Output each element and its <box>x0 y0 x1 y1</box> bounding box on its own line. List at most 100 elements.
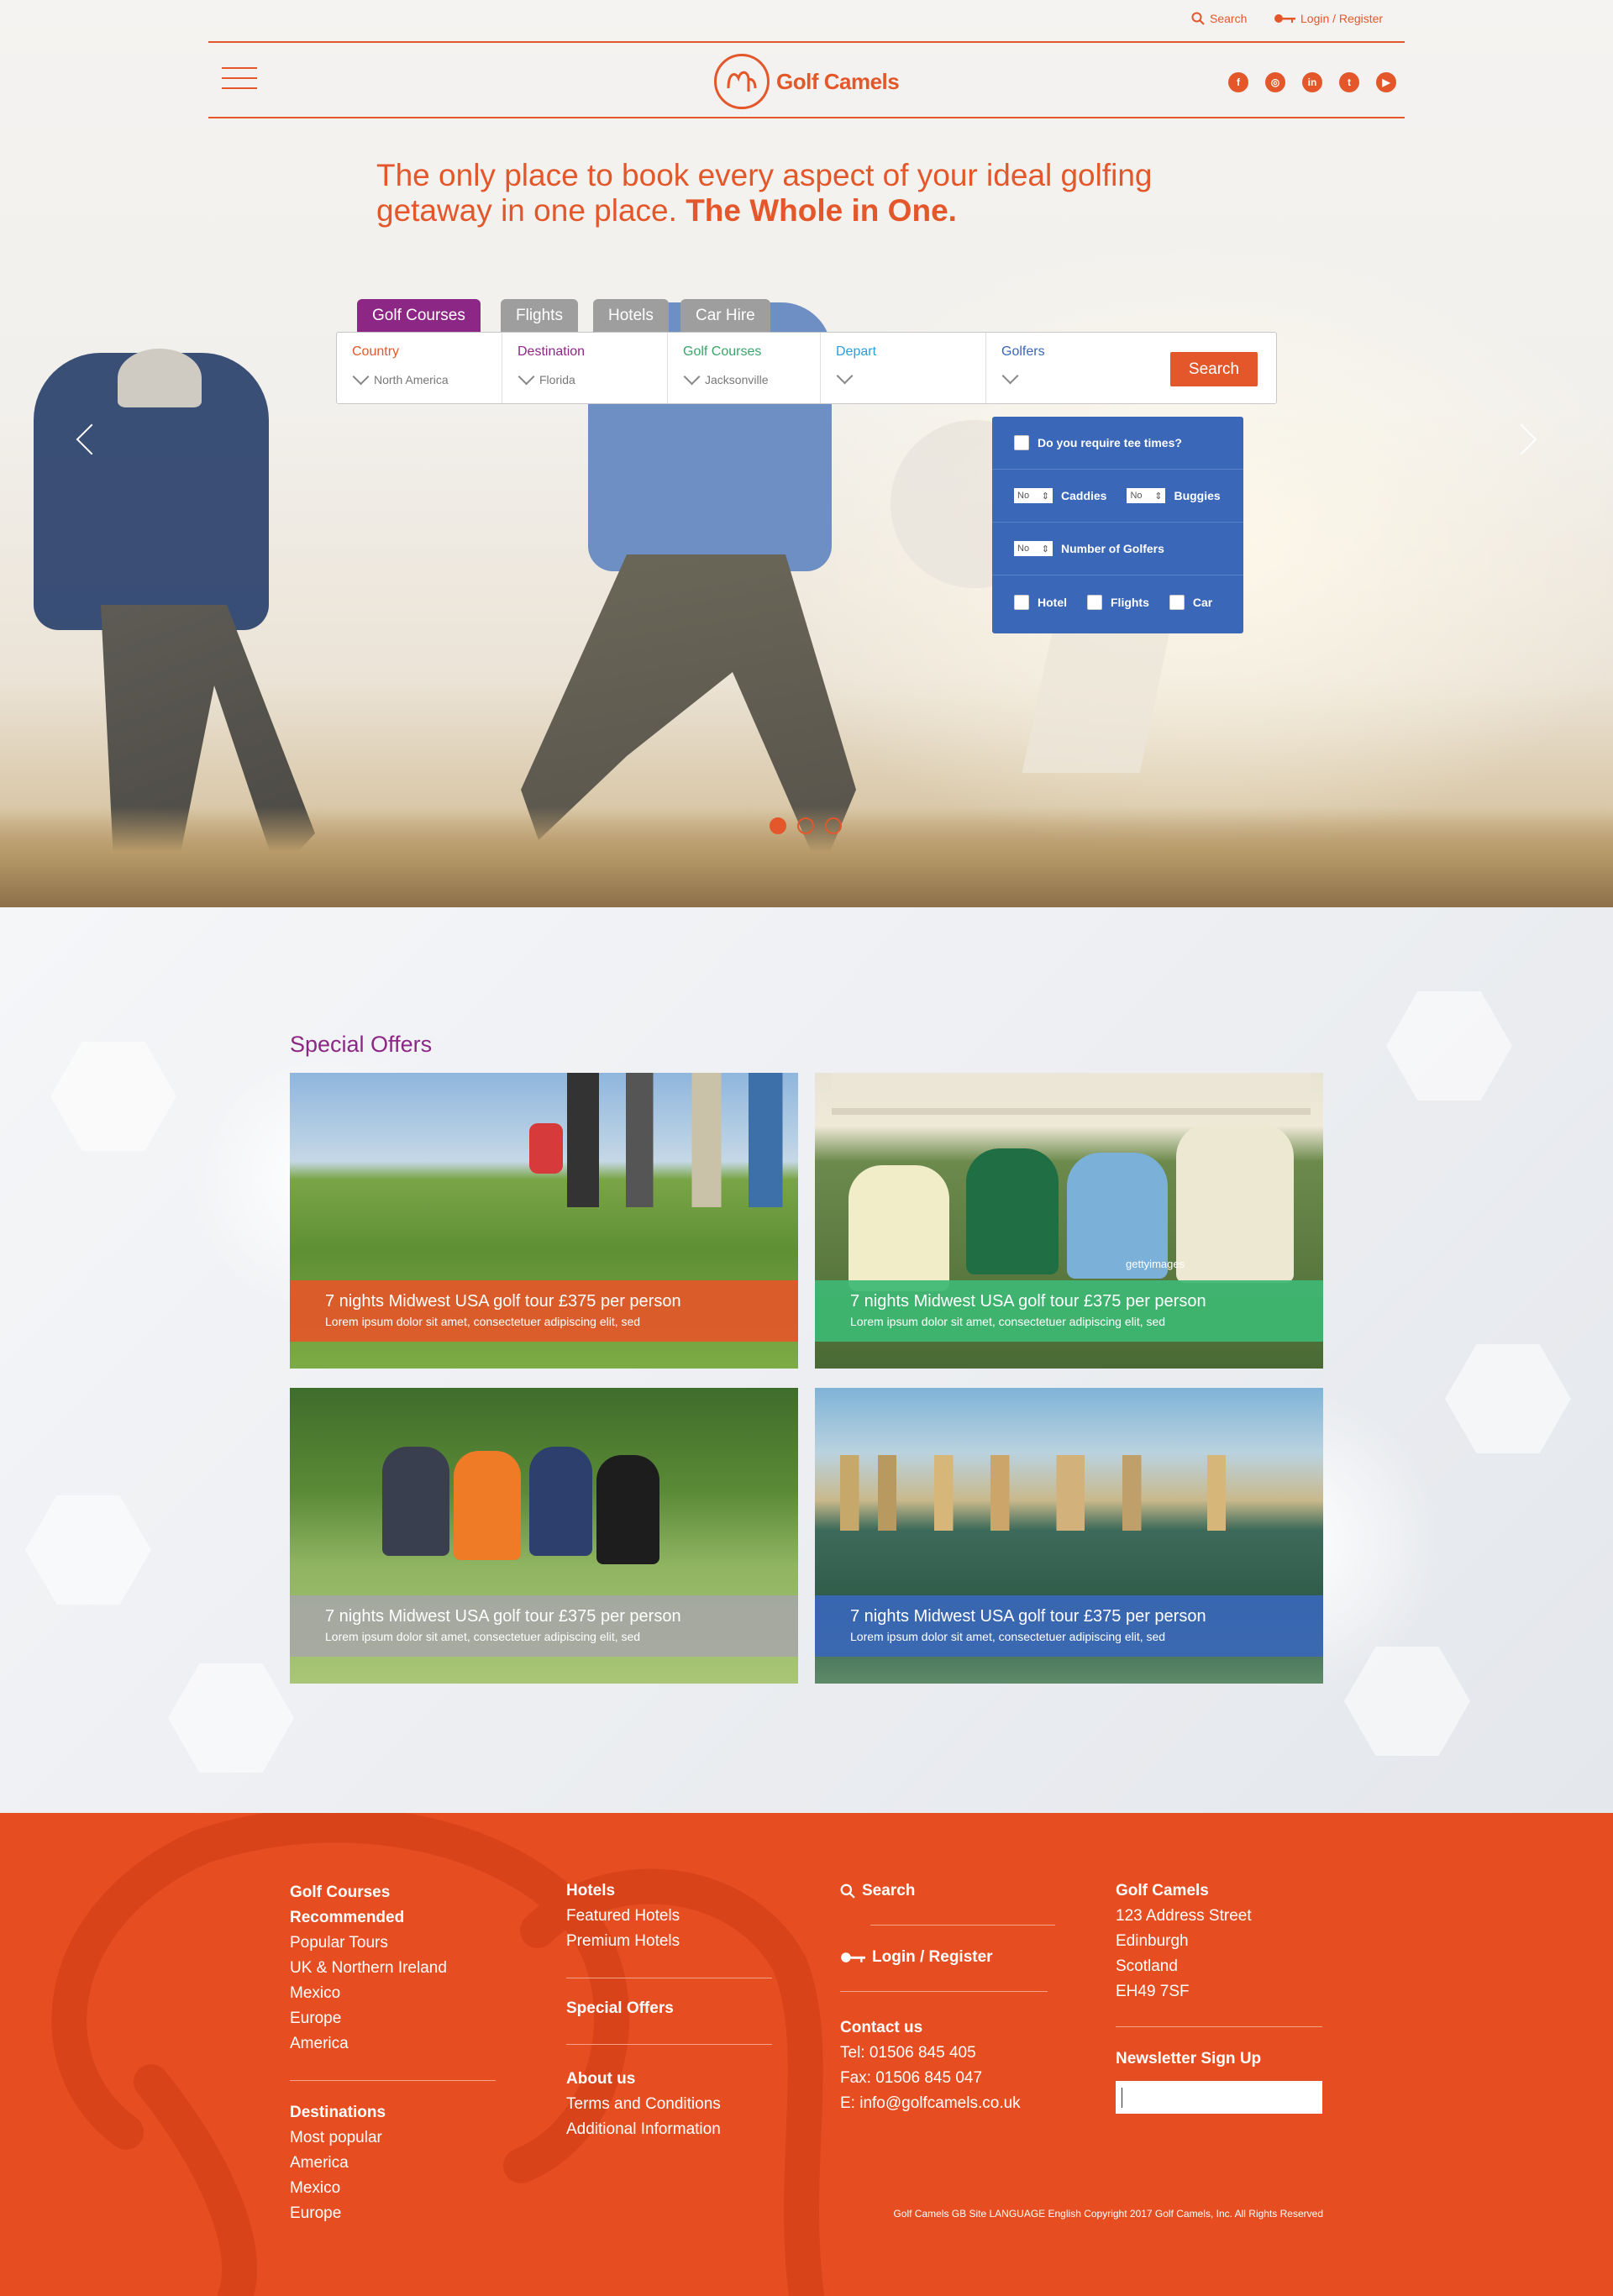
number-golfers-stepper[interactable]: No ⇕ <box>1014 541 1053 556</box>
footer-additional-link[interactable]: Additional Information <box>566 2117 721 2142</box>
offer-title-2: 7 nights Midwest USA golf tour £375 per … <box>850 1292 1206 1311</box>
facebook-icon[interactable]: f <box>1228 72 1248 92</box>
chevron-down-icon <box>836 367 854 385</box>
twitter-icon[interactable]: t <box>1339 72 1359 92</box>
footer-popular-tours-link[interactable]: Popular Tours <box>290 1931 447 1956</box>
carousel-dot-2[interactable] <box>797 817 814 834</box>
player-4 <box>596 1455 659 1564</box>
footer-divider <box>290 2080 496 2081</box>
footer-golf-courses-heading[interactable]: Golf Courses <box>290 1884 390 1901</box>
search-button[interactable]: Search <box>1170 352 1258 386</box>
footer-dest-america-link[interactable]: America <box>290 2151 386 2176</box>
offer-caption-1: 7 nights Midwest USA golf tour £375 per … <box>290 1280 798 1342</box>
footer-mexico-link[interactable]: Mexico <box>290 1981 447 2006</box>
tee-times-checkbox[interactable] <box>1014 435 1029 450</box>
brand-logo[interactable]: Golf Camels <box>714 54 900 109</box>
country-label: Country <box>352 344 400 359</box>
hotel-label: Hotel <box>1038 595 1067 609</box>
linkedin-icon[interactable]: in <box>1302 72 1322 92</box>
footer-divider <box>1116 2026 1322 2027</box>
footer-divider <box>840 1991 1048 1992</box>
offer-title-3: 7 nights Midwest USA golf tour £375 per … <box>325 1607 681 1626</box>
buggies-stepper[interactable]: No ⇕ <box>1127 488 1166 503</box>
newsletter-email-field[interactable] <box>1116 2081 1322 2114</box>
footer-premium-hotels-link[interactable]: Premium Hotels <box>566 1929 680 1954</box>
extras-row: Hotel Flights Car <box>992 575 1243 628</box>
destination-select[interactable]: Destination Florida <box>502 333 668 403</box>
footer-tel[interactable]: Tel: 01506 845 405 <box>840 2041 1021 2066</box>
top-search-link[interactable]: Search <box>1191 12 1247 25</box>
carousel-dot-1[interactable] <box>770 817 786 834</box>
offer-card-4[interactable]: 7 nights Midwest USA golf tour £375 per … <box>815 1388 1323 1684</box>
footer-about-link[interactable]: About us <box>566 2070 635 2088</box>
chevron-down-icon <box>352 368 370 386</box>
caddies-value: No <box>1017 491 1030 501</box>
golf-courses-label: Golf Courses <box>683 344 762 359</box>
man-1 <box>849 1165 949 1291</box>
golf-courses-select[interactable]: Golf Courses Jacksonville <box>668 333 821 403</box>
footer-featured-hotels-link[interactable]: Featured Hotels <box>566 1904 680 1929</box>
menu-hamburger-icon[interactable] <box>222 67 257 92</box>
offer-desc-2: Lorem ipsum dolor sit amet, consectetuer… <box>850 1315 1166 1328</box>
footer-address-1: 123 Address Street <box>1116 1907 1252 1925</box>
footer-uk-ni-link[interactable]: UK & Northern Ireland <box>290 1956 447 1981</box>
footer-europe-link[interactable]: Europe <box>290 2006 447 2031</box>
destination-value: Florida <box>539 373 575 386</box>
golf-courses-value: Jacksonville <box>705 373 769 386</box>
footer-search-link[interactable]: Search <box>840 1878 915 1904</box>
footer-fax: Fax: 01506 845 047 <box>840 2069 983 2087</box>
offer-card-2[interactable]: gettyimages 7 nights Midwest USA golf to… <box>815 1073 1323 1369</box>
footer-login-link[interactable]: Login / Register <box>840 1945 993 1970</box>
footer-copyright: Golf Camels GB Site LANGUAGE English Cop… <box>893 2208 1323 2220</box>
footer-contact-heading: Contact us <box>840 2019 923 2036</box>
golfers-select[interactable]: Golfers <box>986 333 1146 403</box>
tab-car-hire[interactable]: Car Hire <box>680 299 770 333</box>
footer-dest-mexico-link[interactable]: Mexico <box>290 2176 386 2201</box>
footer-search-label: Search <box>862 1882 916 1899</box>
top-login-link[interactable]: Login / Register <box>1274 12 1383 25</box>
chevron-down-icon <box>683 368 701 386</box>
offer-caption-3: 7 nights Midwest USA golf tour £375 per … <box>290 1595 798 1657</box>
carousel-dot-3[interactable] <box>825 817 842 834</box>
footer-special-offers: Special Offers <box>566 1996 674 2021</box>
depart-select[interactable]: Depart <box>821 333 986 403</box>
tab-golf-courses[interactable]: Golf Courses <box>357 299 481 333</box>
footer-email[interactable]: E: info@golfcamels.co.uk <box>840 2091 1021 2116</box>
search-form: Country North America Destination Florid… <box>336 332 1277 404</box>
tab-flights[interactable]: Flights <box>501 299 578 333</box>
footer-america-link[interactable]: America <box>290 2031 447 2057</box>
golfers-label: Golfers <box>1001 344 1045 359</box>
offer-desc-1: Lorem ipsum dolor sit amet, consectetuer… <box>325 1315 641 1328</box>
man-4 <box>1176 1123 1294 1283</box>
offer-card-3[interactable]: 7 nights Midwest USA golf tour £375 per … <box>290 1388 798 1684</box>
footer-most-popular-link[interactable]: Most popular <box>290 2125 386 2151</box>
country-select[interactable]: Country North America <box>337 333 502 403</box>
offer-caption-2: 7 nights Midwest USA golf tour £375 per … <box>815 1280 1323 1342</box>
footer-contact: Contact us Tel: 01506 845 405 Fax: 01506… <box>840 2015 1021 2116</box>
flights-checkbox[interactable] <box>1087 594 1102 610</box>
offer-caption-4: 7 nights Midwest USA golf tour £375 per … <box>815 1595 1323 1657</box>
tee-times-row: Do you require tee times? <box>992 417 1243 470</box>
stepper-arrows-icon: ⇕ <box>1154 491 1163 502</box>
offer-card-1[interactable]: 7 nights Midwest USA golf tour £375 per … <box>290 1073 798 1369</box>
instagram-icon[interactable]: ◎ <box>1265 72 1285 92</box>
caddies-stepper[interactable]: No ⇕ <box>1014 488 1053 503</box>
header-top-divider <box>208 41 1405 43</box>
headline-bold: The Whole in One. <box>686 193 957 228</box>
footer-terms-link[interactable]: Terms and Conditions <box>566 2092 721 2117</box>
footer-destinations-heading[interactable]: Destinations <box>290 2104 386 2121</box>
offer-desc-3: Lorem ipsum dolor sit amet, consectetuer… <box>325 1630 641 1643</box>
youtube-icon[interactable]: ▶ <box>1376 72 1396 92</box>
flights-label: Flights <box>1111 595 1149 609</box>
stepper-arrows-icon: ⇕ <box>1041 491 1049 502</box>
car-label: Car <box>1192 595 1213 609</box>
destination-label: Destination <box>518 344 586 359</box>
footer-dest-europe-link[interactable]: Europe <box>290 2201 386 2226</box>
car-checkbox[interactable] <box>1169 594 1185 610</box>
tab-hotels[interactable]: Hotels <box>593 299 669 333</box>
footer-recommended-link[interactable]: Recommended <box>290 1909 404 1926</box>
footer-hotels-heading[interactable]: Hotels <box>566 1882 615 1899</box>
footer-special-offers-link[interactable]: Special Offers <box>566 1999 674 2017</box>
hotel-checkbox[interactable] <box>1014 594 1029 610</box>
footer-divider <box>870 1925 1055 1926</box>
